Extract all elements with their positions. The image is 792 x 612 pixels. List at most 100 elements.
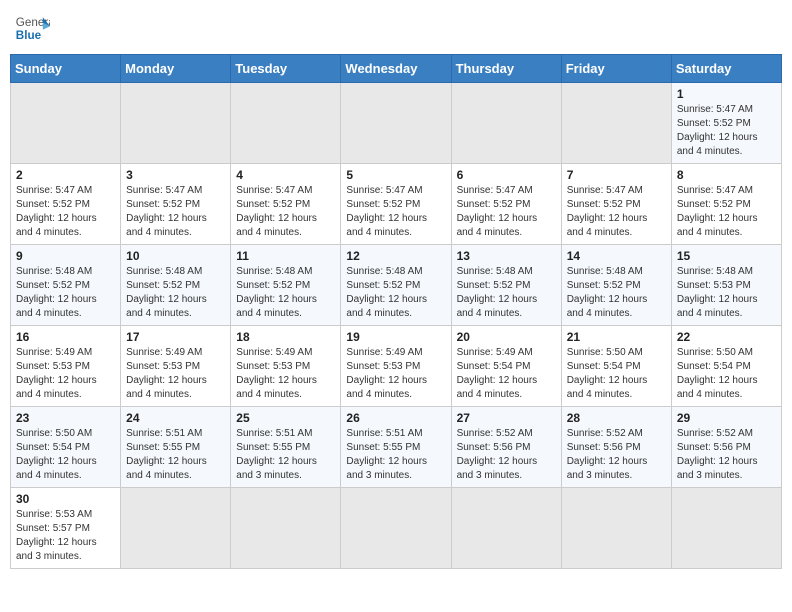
header-day-wednesday: Wednesday [341, 55, 451, 83]
day-number: 13 [457, 249, 556, 263]
day-number: 10 [126, 249, 225, 263]
calendar-cell: 11 Sunrise: 5:48 AM Sunset: 5:52 PM Dayli… [231, 245, 341, 326]
day-info: Sunrise: 5:53 AM Sunset: 5:57 PM Dayligh… [16, 508, 115, 564]
day-number: 16 [16, 330, 115, 344]
day-number: 22 [677, 330, 776, 344]
header-row: SundayMondayTuesdayWednesdayThursdayFrid… [11, 55, 782, 83]
calendar-cell [341, 488, 451, 569]
calendar-cell: 10 Sunrise: 5:48 AM Sunset: 5:52 PM Dayli… [121, 245, 231, 326]
calendar-cell: 27 Sunrise: 5:52 AM Sunset: 5:56 PM Dayli… [451, 407, 561, 488]
header-day-tuesday: Tuesday [231, 55, 341, 83]
day-number: 9 [16, 249, 115, 263]
calendar-cell [451, 83, 561, 164]
day-info: Sunrise: 5:49 AM Sunset: 5:54 PM Dayligh… [457, 346, 556, 402]
week-row-2: 9 Sunrise: 5:48 AM Sunset: 5:52 PM Daylig… [11, 245, 782, 326]
calendar-cell: 9 Sunrise: 5:48 AM Sunset: 5:52 PM Daylig… [11, 245, 121, 326]
calendar-cell: 19Sunrise: 5:49 AM Sunset: 5:53 PM Dayli… [341, 326, 451, 407]
calendar-table: SundayMondayTuesdayWednesdayThursdayFrid… [10, 54, 782, 569]
logo: General Blue [14, 10, 50, 46]
calendar-cell [231, 488, 341, 569]
day-info: Sunrise: 5:50 AM Sunset: 5:54 PM Dayligh… [677, 346, 776, 402]
calendar-cell: 18 Sunrise: 5:49 AM Sunset: 5:53 PM Dayli… [231, 326, 341, 407]
calendar-cell: 2Sunrise: 5:47 AM Sunset: 5:52 PM Daylig… [11, 164, 121, 245]
calendar-cell: 12 Sunrise: 5:48 AM Sunset: 5:52 PM Dayli… [341, 245, 451, 326]
day-number: 26 [346, 411, 445, 425]
day-info: Sunrise: 5:47 AM Sunset: 5:52 PM Dayligh… [126, 184, 225, 240]
calendar-cell: 7Sunrise: 5:47 AM Sunset: 5:52 PM Daylig… [561, 164, 671, 245]
day-number: 15 [677, 249, 776, 263]
day-info: Sunrise: 5:48 AM Sunset: 5:52 PM Dayligh… [457, 265, 556, 321]
calendar-cell [11, 83, 121, 164]
day-number: 6 [457, 168, 556, 182]
day-info: Sunrise: 5:49 AM Sunset: 5:53 PM Dayligh… [126, 346, 225, 402]
day-info: Sunrise: 5:48 AM Sunset: 5:53 PM Dayligh… [677, 265, 776, 321]
calendar-cell: 4 Sunrise: 5:47 AM Sunset: 5:52 PM Daylig… [231, 164, 341, 245]
day-number: 3 [126, 168, 225, 182]
day-info: Sunrise: 5:48 AM Sunset: 5:52 PM Dayligh… [236, 265, 335, 321]
day-info: Sunrise: 5:48 AM Sunset: 5:52 PM Dayligh… [346, 265, 445, 321]
day-number: 29 [677, 411, 776, 425]
calendar-body: 1 Sunrise: 5:47 AM Sunset: 5:52 PM Daylig… [11, 83, 782, 569]
day-info: Sunrise: 5:47 AM Sunset: 5:52 PM Dayligh… [677, 103, 776, 159]
week-row-1: 2Sunrise: 5:47 AM Sunset: 5:52 PM Daylig… [11, 164, 782, 245]
week-row-5: 30 Sunrise: 5:53 AM Sunset: 5:57 PM Dayli… [11, 488, 782, 569]
calendar-cell: 3 Sunrise: 5:47 AM Sunset: 5:52 PM Daylig… [121, 164, 231, 245]
day-info: Sunrise: 5:49 AM Sunset: 5:53 PM Dayligh… [236, 346, 335, 402]
calendar-cell [561, 488, 671, 569]
calendar-cell: 20 Sunrise: 5:49 AM Sunset: 5:54 PM Dayli… [451, 326, 561, 407]
day-info: Sunrise: 5:47 AM Sunset: 5:52 PM Dayligh… [346, 184, 445, 240]
calendar-cell: 15 Sunrise: 5:48 AM Sunset: 5:53 PM Dayli… [671, 245, 781, 326]
calendar-cell: 23Sunrise: 5:50 AM Sunset: 5:54 PM Dayli… [11, 407, 121, 488]
day-info: Sunrise: 5:52 AM Sunset: 5:56 PM Dayligh… [677, 427, 776, 483]
calendar-cell: 8 Sunrise: 5:47 AM Sunset: 5:52 PM Daylig… [671, 164, 781, 245]
header-day-monday: Monday [121, 55, 231, 83]
calendar-cell: 5 Sunrise: 5:47 AM Sunset: 5:52 PM Daylig… [341, 164, 451, 245]
week-row-3: 16 Sunrise: 5:49 AM Sunset: 5:53 PM Dayli… [11, 326, 782, 407]
day-number: 19 [346, 330, 445, 344]
calendar-cell: 1 Sunrise: 5:47 AM Sunset: 5:52 PM Daylig… [671, 83, 781, 164]
calendar-cell: 22 Sunrise: 5:50 AM Sunset: 5:54 PM Dayli… [671, 326, 781, 407]
day-number: 27 [457, 411, 556, 425]
day-info: Sunrise: 5:49 AM Sunset: 5:53 PM Dayligh… [16, 346, 115, 402]
day-number: 12 [346, 249, 445, 263]
day-number: 28 [567, 411, 666, 425]
header-day-friday: Friday [561, 55, 671, 83]
day-info: Sunrise: 5:52 AM Sunset: 5:56 PM Dayligh… [457, 427, 556, 483]
day-number: 18 [236, 330, 335, 344]
logo-icon: General Blue [14, 10, 50, 46]
day-number: 14 [567, 249, 666, 263]
day-info: Sunrise: 5:48 AM Sunset: 5:52 PM Dayligh… [16, 265, 115, 321]
day-info: Sunrise: 5:47 AM Sunset: 5:52 PM Dayligh… [236, 184, 335, 240]
calendar-cell: 29 Sunrise: 5:52 AM Sunset: 5:56 PM Dayli… [671, 407, 781, 488]
calendar-cell: 26Sunrise: 5:51 AM Sunset: 5:55 PM Dayli… [341, 407, 451, 488]
calendar-cell [121, 488, 231, 569]
day-info: Sunrise: 5:47 AM Sunset: 5:52 PM Dayligh… [677, 184, 776, 240]
calendar-cell [341, 83, 451, 164]
calendar-cell [231, 83, 341, 164]
day-number: 30 [16, 492, 115, 506]
day-number: 1 [677, 87, 776, 101]
day-info: Sunrise: 5:51 AM Sunset: 5:55 PM Dayligh… [236, 427, 335, 483]
week-row-0: 1 Sunrise: 5:47 AM Sunset: 5:52 PM Daylig… [11, 83, 782, 164]
page-header: General Blue [10, 10, 782, 46]
day-number: 8 [677, 168, 776, 182]
calendar-cell: 21Sunrise: 5:50 AM Sunset: 5:54 PM Dayli… [561, 326, 671, 407]
day-number: 20 [457, 330, 556, 344]
day-number: 11 [236, 249, 335, 263]
svg-text:Blue: Blue [16, 29, 42, 42]
calendar-cell [671, 488, 781, 569]
calendar-cell: 13 Sunrise: 5:48 AM Sunset: 5:52 PM Dayli… [451, 245, 561, 326]
day-number: 5 [346, 168, 445, 182]
header-day-sunday: Sunday [11, 55, 121, 83]
day-info: Sunrise: 5:48 AM Sunset: 5:52 PM Dayligh… [126, 265, 225, 321]
day-info: Sunrise: 5:52 AM Sunset: 5:56 PM Dayligh… [567, 427, 666, 483]
day-info: Sunrise: 5:50 AM Sunset: 5:54 PM Dayligh… [16, 427, 115, 483]
day-info: Sunrise: 5:47 AM Sunset: 5:52 PM Dayligh… [567, 184, 666, 240]
calendar-cell: 24Sunrise: 5:51 AM Sunset: 5:55 PM Dayli… [121, 407, 231, 488]
calendar-cell: 30 Sunrise: 5:53 AM Sunset: 5:57 PM Dayli… [11, 488, 121, 569]
calendar-cell: 14Sunrise: 5:48 AM Sunset: 5:52 PM Dayli… [561, 245, 671, 326]
day-number: 4 [236, 168, 335, 182]
calendar-cell [121, 83, 231, 164]
calendar-cell: 28 Sunrise: 5:52 AM Sunset: 5:56 PM Dayli… [561, 407, 671, 488]
day-info: Sunrise: 5:47 AM Sunset: 5:52 PM Dayligh… [457, 184, 556, 240]
